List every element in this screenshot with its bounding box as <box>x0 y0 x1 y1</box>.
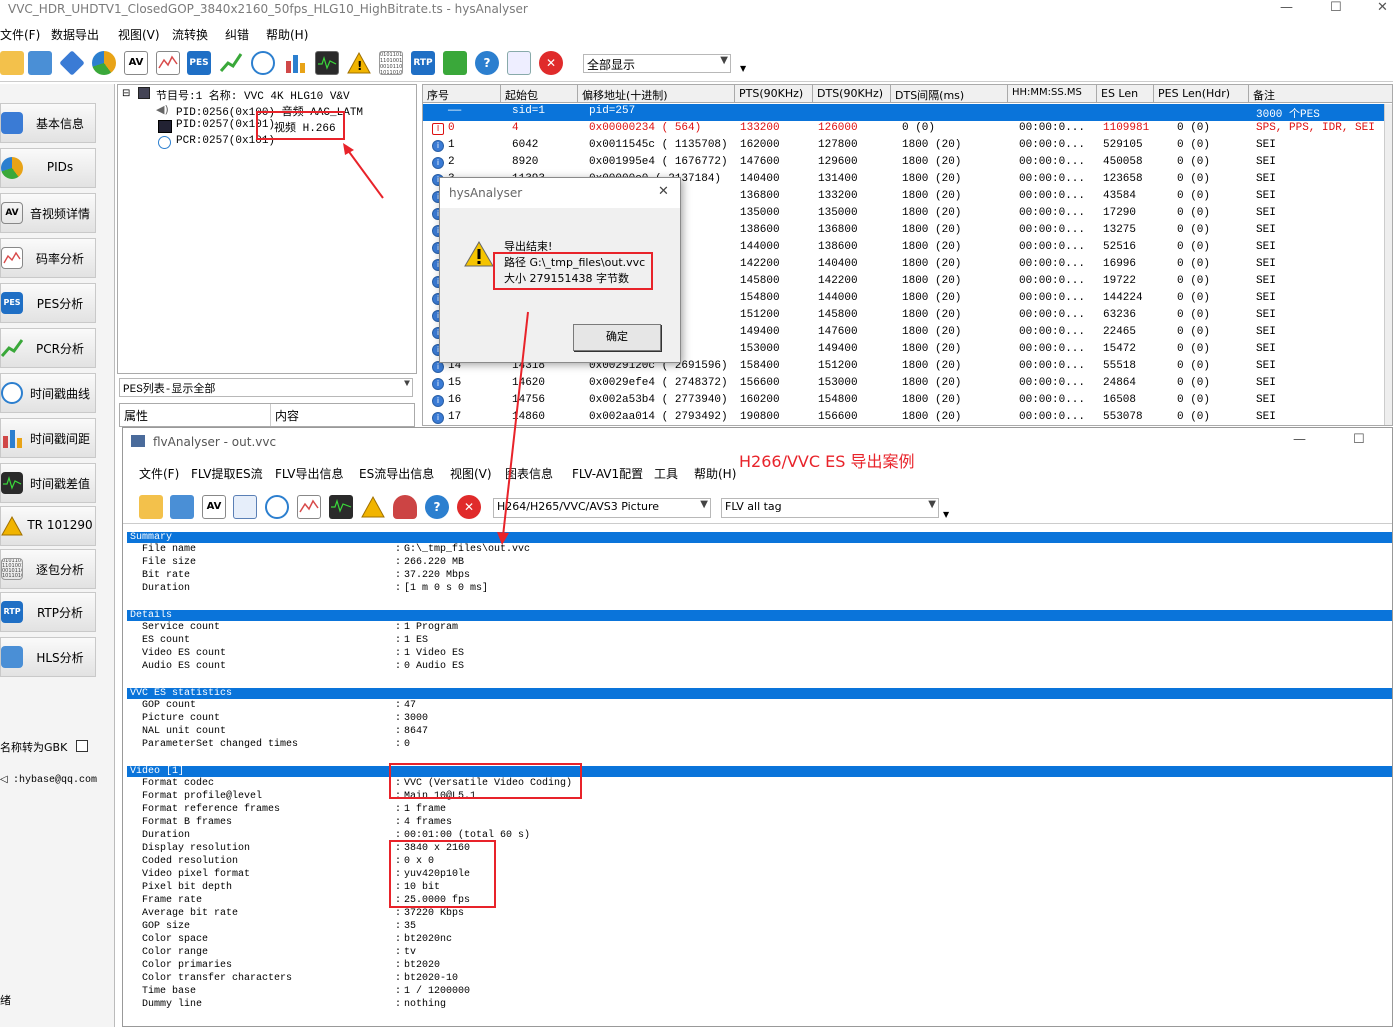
annotation-arrow-2 <box>502 311 529 537</box>
annotation-arrow-1 <box>346 148 384 199</box>
annotation-arrows <box>343 143 529 545</box>
annotation-arrowhead-2 <box>497 532 509 545</box>
annotation-arrowhead-1 <box>343 143 354 155</box>
